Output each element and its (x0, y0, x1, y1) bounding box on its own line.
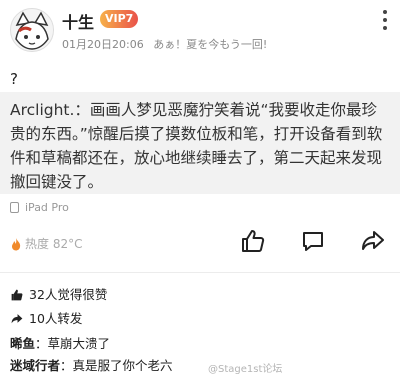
heat-value: 热度 82°C (25, 237, 83, 251)
more-icon[interactable] (382, 10, 388, 32)
vip-badge: VIP7 (100, 10, 139, 28)
thumbs-up-small-icon (11, 289, 23, 301)
reposts-count[interactable]: 10人转发 (10, 308, 82, 327)
comment-button[interactable] (300, 228, 326, 254)
comment-text: ：真是服了你个老六 (60, 358, 173, 373)
action-bar (232, 228, 392, 254)
repost-button[interactable] (360, 228, 386, 254)
device-info: iPad Pro (10, 201, 69, 214)
comment-icon (303, 232, 323, 251)
repost-icon (362, 231, 384, 250)
post-meta: 01月20日20:06 あぁ！夏を今もう一回! (62, 36, 273, 52)
reposts-text: 10人转发 (29, 311, 83, 326)
heat-indicator: 热度 82°C (10, 235, 82, 252)
avatar-illustration (11, 9, 53, 51)
comment-item[interactable]: 迷域行者：真是服了你个老六 (10, 355, 173, 374)
device-name: iPad Pro (25, 201, 69, 214)
quoted-post[interactable]: Arclight.：画画人梦见恶魔狞笑着说“我要收走你最珍贵的东西。”惊醒后摸了… (0, 92, 400, 194)
comment-text: ：草崩大溃了 (35, 336, 111, 351)
ipad-icon (10, 202, 19, 213)
avatar[interactable] (10, 8, 54, 52)
like-button[interactable] (240, 228, 266, 254)
post-header: 十生 VIP7 01月20日20:06 あぁ！夏を今もう一回! (0, 0, 400, 64)
watermark: @Stage1st论坛 (208, 364, 283, 375)
comment-author[interactable]: 晞鱼 (10, 336, 35, 351)
post-status-text: あぁ！夏を今もう一回! (153, 38, 268, 51)
quoted-post-text: Arclight.：画画人梦见恶魔狞笑着说“我要收走你最珍贵的东西。”惊醒后摸了… (10, 101, 383, 191)
username[interactable]: 十生 (62, 9, 94, 33)
comment-item[interactable]: 晞鱼：草崩大溃了 (10, 333, 110, 352)
divider (0, 272, 400, 273)
flame-icon (12, 238, 21, 251)
repost-small-icon (11, 314, 23, 324)
post-timestamp: 01月20日20:06 (62, 38, 144, 51)
thumbs-up-icon (242, 230, 265, 252)
post-question: ? (10, 70, 18, 88)
comment-author[interactable]: 迷域行者 (10, 358, 60, 373)
likes-count[interactable]: 32人觉得很赞 (10, 284, 107, 303)
likes-text: 32人觉得很赞 (29, 287, 108, 302)
